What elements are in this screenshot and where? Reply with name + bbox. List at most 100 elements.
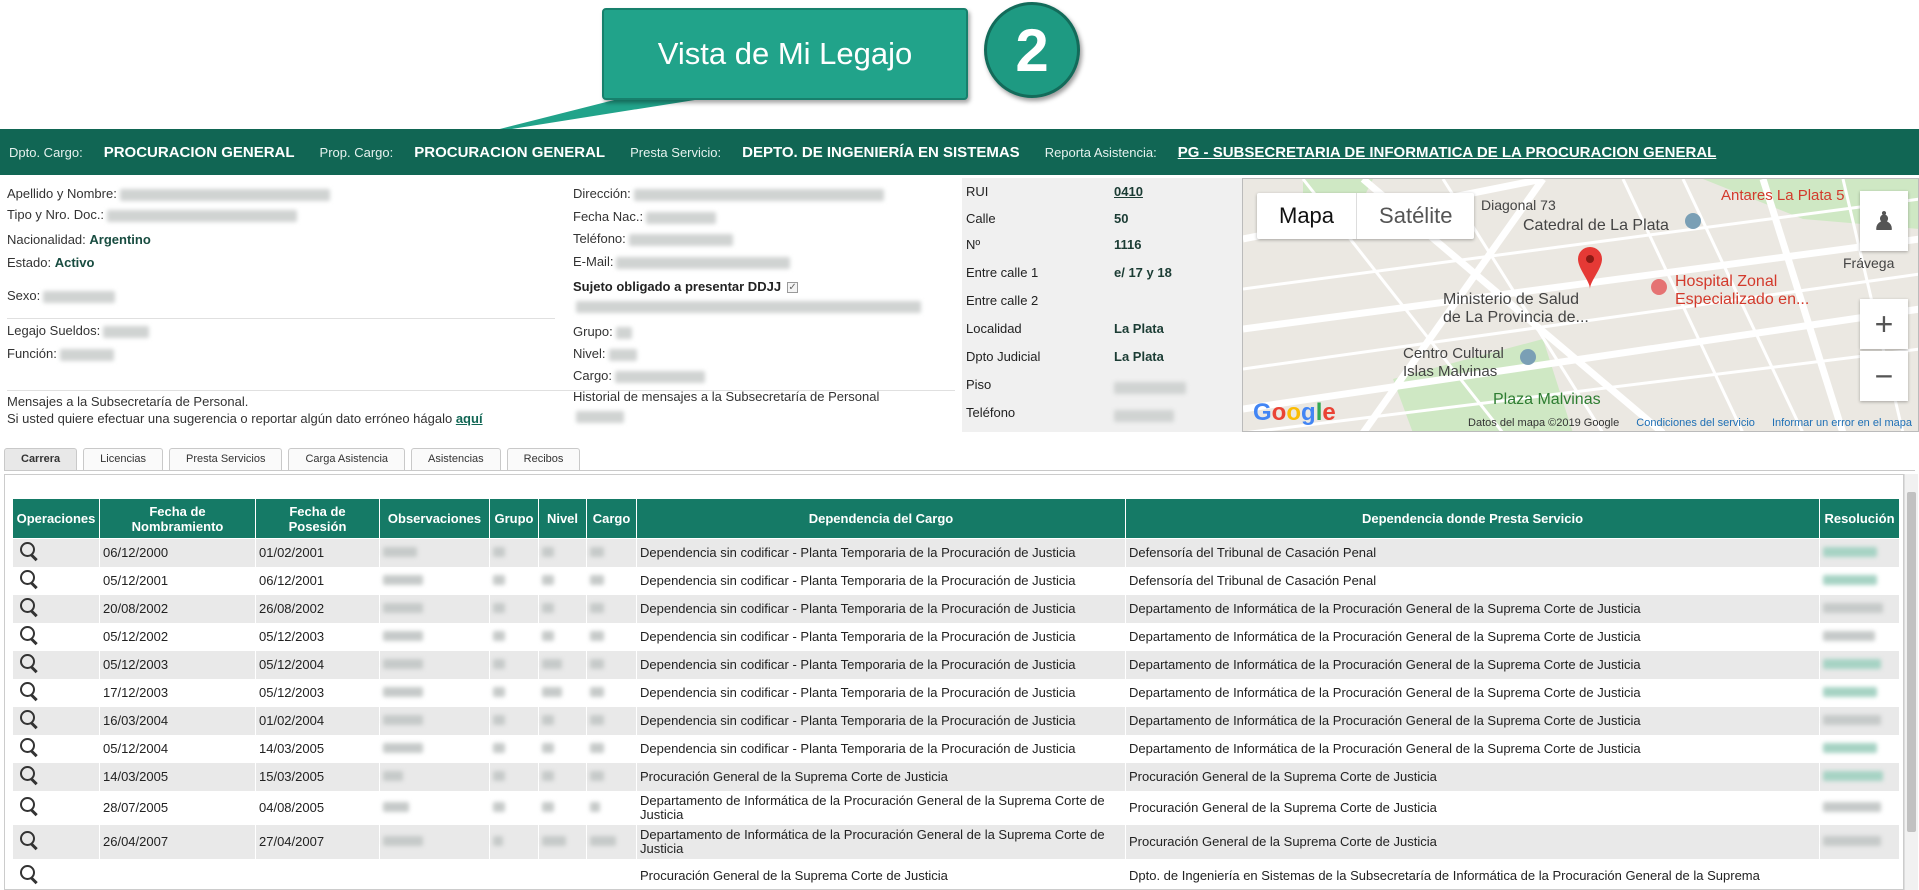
view-magnifier-icon[interactable] xyxy=(19,542,38,560)
row-nombramiento: 14/03/2005 xyxy=(99,762,256,791)
row-cargo xyxy=(590,574,604,585)
view-magnifier-icon[interactable] xyxy=(19,598,38,616)
view-magnifier-icon[interactable] xyxy=(19,738,38,756)
row-operation-cell xyxy=(12,650,100,679)
view-magnifier-icon[interactable] xyxy=(19,710,38,728)
row-nombramiento: 20/08/2002 xyxy=(99,594,256,623)
tab-licencias[interactable]: Licencias xyxy=(83,448,163,470)
row-nombramiento: 17/12/2003 xyxy=(99,678,256,707)
row-grupo xyxy=(493,686,505,697)
row-nombramiento: 05/12/2002 xyxy=(99,622,256,651)
ddjj-checkbox[interactable]: ✓ xyxy=(787,282,799,294)
mensajes-aqui-link[interactable]: aquí xyxy=(456,411,483,426)
map-type-tabs: Mapa Satélite xyxy=(1257,193,1475,239)
row-cargo xyxy=(590,630,604,641)
row-operation-cell xyxy=(12,790,100,825)
row-resolucion-link[interactable] xyxy=(1823,574,1877,585)
row-nombramiento: 26/04/2007 xyxy=(99,824,256,859)
row-resolucion-link[interactable] xyxy=(1823,686,1877,697)
table-row: 05/12/2002 05/12/2003 Dependencia sin co… xyxy=(12,622,1900,651)
historial-value xyxy=(576,410,624,423)
view-magnifier-icon[interactable] xyxy=(19,654,38,672)
legajo-value xyxy=(103,325,150,338)
step-badge: 2 xyxy=(984,2,1080,98)
tab-presta-servicios[interactable]: Presta Servicios xyxy=(169,448,283,470)
view-magnifier-icon[interactable] xyxy=(19,570,38,588)
funcion-value xyxy=(59,348,114,361)
row-dep-presta: Defensoría del Tribunal de Casación Pena… xyxy=(1125,538,1820,567)
personal-info: Apellido y Nombre: Tipo y Nro. Doc.: Nac… xyxy=(0,178,962,430)
view-magnifier-icon[interactable] xyxy=(19,865,38,883)
zoom-in-button[interactable]: + xyxy=(1860,299,1908,349)
row-observaciones xyxy=(383,770,403,781)
tab-carrera[interactable]: Carrera xyxy=(4,448,78,470)
ddjj-label: Sujeto obligado a presentar DDJJ xyxy=(573,279,782,294)
table-row: 26/04/2007 27/04/2007 Departamento de In… xyxy=(12,824,1900,859)
row-nombramiento xyxy=(99,858,256,889)
row-observaciones xyxy=(383,630,423,641)
pegman-icon[interactable]: ♟ xyxy=(1860,191,1908,251)
tab-recibos[interactable]: Recibos xyxy=(506,448,581,470)
sexo-value xyxy=(43,290,116,303)
row-operation-cell xyxy=(12,622,100,651)
ddjj-detail xyxy=(576,300,921,313)
row-grupo xyxy=(493,801,505,812)
map-informar-link[interactable]: Informar un error en el mapa xyxy=(1772,417,1912,429)
carrera-table: Operaciones Fecha de Nombramiento Fecha … xyxy=(12,498,1900,889)
table-row: 06/12/2000 01/02/2001 Dependencia sin co… xyxy=(12,538,1900,567)
row-posesion: 15/03/2005 xyxy=(255,762,380,791)
row-nivel xyxy=(542,742,554,753)
direccion-label: Dirección: xyxy=(573,186,631,201)
row-dep-cargo: Dependencia sin codificar - Planta Tempo… xyxy=(636,538,1126,567)
localidad-value: La Plata xyxy=(1114,321,1164,336)
row-nivel xyxy=(542,801,554,812)
map-label-plaza: Plaza Malvinas xyxy=(1493,391,1601,408)
row-resolucion-link[interactable] xyxy=(1823,742,1877,753)
row-grupo xyxy=(493,714,505,725)
view-magnifier-icon[interactable] xyxy=(19,831,38,849)
col-fecha-nombramiento: Fecha de Nombramiento xyxy=(99,498,256,539)
row-posesion: 05/12/2004 xyxy=(255,650,380,679)
row-resolucion-link[interactable] xyxy=(1823,546,1877,557)
row-posesion: 27/04/2007 xyxy=(255,824,380,859)
view-magnifier-icon[interactable] xyxy=(19,766,38,784)
tab-asistencias[interactable]: Asistencias xyxy=(411,448,501,470)
col-operaciones: Operaciones xyxy=(12,498,100,539)
row-dep-cargo: Procuración General de la Suprema Corte … xyxy=(636,858,1126,889)
col-dependencia-presta: Dependencia donde Presta Servicio xyxy=(1125,498,1820,539)
row-nombramiento: 05/12/2004 xyxy=(99,734,256,763)
legajo-label: Legajo Sueldos: xyxy=(7,323,101,338)
row-dep-cargo: Departamento de Informática de la Procur… xyxy=(636,824,1126,859)
map-condiciones-link[interactable]: Condiciones del servicio xyxy=(1636,417,1755,429)
view-magnifier-icon[interactable] xyxy=(19,682,38,700)
row-observaciones xyxy=(383,686,423,697)
view-magnifier-icon[interactable] xyxy=(19,797,38,815)
col-grupo: Grupo xyxy=(489,498,539,539)
row-posesion: 26/08/2002 xyxy=(255,594,380,623)
sexo-label: Sexo: xyxy=(7,288,41,303)
map-label-hospital1: Hospital Zonal xyxy=(1675,273,1778,290)
google-logo: Google xyxy=(1253,399,1336,426)
view-magnifier-icon[interactable] xyxy=(19,626,38,644)
map-widget[interactable]: Mapa Satélite ♟ + − Diagonal 73 Catedral… xyxy=(1242,178,1919,432)
row-grupo xyxy=(493,742,505,753)
calle-value: 50 xyxy=(1114,211,1129,226)
cargo-value xyxy=(615,370,706,383)
table-row: 20/08/2002 26/08/2002 Dependencia sin co… xyxy=(12,594,1900,623)
piso-label: Piso xyxy=(966,377,992,392)
map-tab-satelite[interactable]: Satélite xyxy=(1357,193,1474,239)
historial-label[interactable]: Historial de mensajes a la Subsecretaría… xyxy=(573,389,879,404)
row-resolucion-link[interactable] xyxy=(1823,770,1883,781)
tab-carga-asistencia[interactable]: Carga Asistencia xyxy=(288,448,406,470)
scrollbar-thumb[interactable] xyxy=(1907,492,1916,832)
row-resolucion-link[interactable] xyxy=(1823,658,1881,669)
row-dep-presta: Defensoría del Tribunal de Casación Pena… xyxy=(1125,566,1820,595)
prop-cargo-value: PROCURACION GENERAL xyxy=(414,143,606,161)
reporta-asistencia-link[interactable]: PG - SUBSECRETARIA DE INFORMATICA DE LA … xyxy=(1178,144,1717,161)
map-tab-mapa[interactable]: Mapa xyxy=(1257,193,1358,239)
rui-value[interactable]: 0410 xyxy=(1114,184,1143,199)
zoom-out-button[interactable]: − xyxy=(1860,351,1908,401)
table-row: 05/12/2003 05/12/2004 Dependencia sin co… xyxy=(12,650,1900,679)
table-scrollbar[interactable] xyxy=(1904,474,1918,890)
row-nivel xyxy=(542,770,554,781)
